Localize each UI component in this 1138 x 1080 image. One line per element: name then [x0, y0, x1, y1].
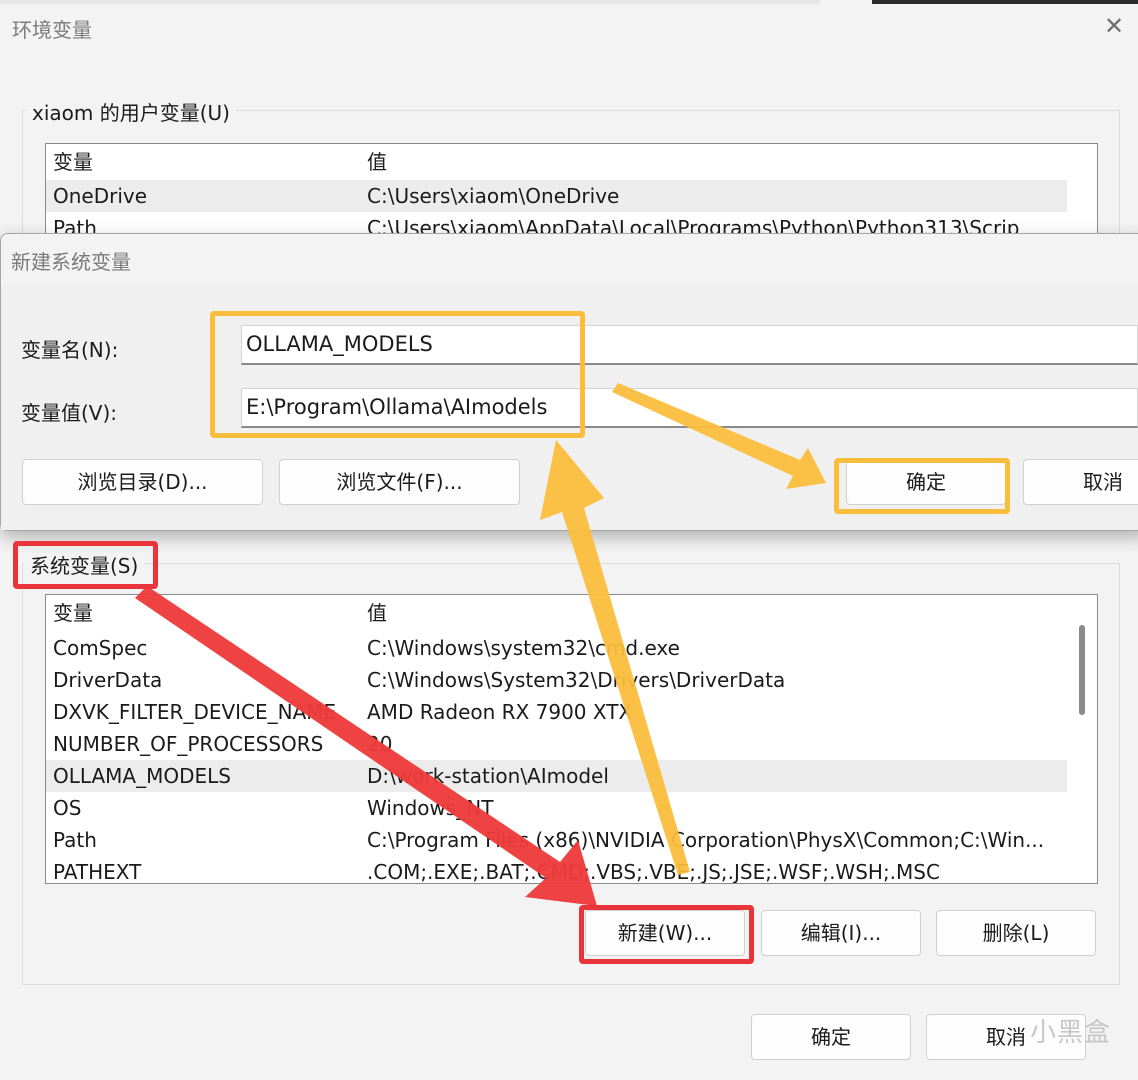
highlight-box-yellow	[210, 311, 585, 438]
variable-name: OLLAMA_MODELS	[53, 764, 231, 788]
table-row-selected[interactable]: OLLAMA_MODELS D:\work-station\AImodel	[46, 760, 1067, 792]
variable-value: C:\Windows\system32\cmd.exe	[367, 636, 680, 660]
user-variables-list[interactable]: 变量 值 OneDrive C:\Users\xiaom\OneDrive Pa…	[45, 143, 1098, 243]
variable-name: ComSpec	[53, 636, 148, 660]
variable-value: C:\Users\xiaom\OneDrive	[367, 184, 620, 208]
variable-name: NUMBER_OF_PROCESSORS	[53, 732, 324, 756]
delete-variable-button[interactable]: 删除(L)	[936, 910, 1096, 956]
variable-name: DXVK_FILTER_DEVICE_NAME	[53, 700, 337, 724]
user-variables-label: xiaom 的用户变量(U)	[26, 97, 236, 126]
variable-value: AMD Radeon RX 7900 XTX	[367, 700, 633, 724]
variable-value: C:\Windows\System32\Drivers\DriverData	[367, 668, 786, 692]
list-header: 变量 值	[46, 146, 1067, 178]
table-row[interactable]: Path C:\Program Files (x86)\NVIDIA Corpo…	[46, 824, 1067, 856]
variable-value: Windows_NT	[367, 796, 494, 820]
variable-value: D:\work-station\AImodel	[367, 764, 609, 788]
table-row[interactable]: DXVK_FILTER_DEVICE_NAME AMD Radeon RX 79…	[46, 696, 1067, 728]
list-header: 变量 值	[46, 597, 1067, 629]
edit-variable-button[interactable]: 编辑(I)...	[761, 910, 921, 956]
variable-value: 20	[367, 732, 393, 756]
window-top-edge	[0, 0, 820, 4]
table-row[interactable]: NUMBER_OF_PROCESSORS 20	[46, 728, 1067, 760]
ok-button[interactable]: 确定	[751, 1014, 911, 1060]
browse-directory-button[interactable]: 浏览目录(D)...	[22, 459, 263, 505]
variable-value: .COM;.EXE;.BAT;.CMD;.VBS;.VBE;.JS;.JSE;.…	[367, 860, 940, 884]
variable-name: Path	[53, 828, 97, 852]
new-dialog-title: 新建系统变量	[11, 250, 131, 274]
highlight-box-yellow-ok	[834, 458, 1010, 514]
table-row[interactable]: OS Windows_NT	[46, 792, 1067, 824]
new-dialog-cancel-button[interactable]: 取消	[1023, 459, 1138, 505]
browse-file-button[interactable]: 浏览文件(F)...	[279, 459, 520, 505]
variable-value-label: 变量值(V):	[21, 401, 118, 425]
close-icon[interactable]: ✕	[1100, 12, 1128, 40]
variable-name: OneDrive	[53, 184, 148, 208]
scrollbar-thumb[interactable]	[1079, 625, 1085, 715]
list-item[interactable]: OneDrive C:\Users\xiaom\OneDrive	[46, 180, 1067, 212]
system-variables-list[interactable]: 变量 值 ComSpec C:\Windows\system32\cmd.exe…	[45, 594, 1098, 884]
table-row[interactable]: DriverData C:\Windows\System32\Drivers\D…	[46, 664, 1067, 696]
variable-value: C:\Program Files (x86)\NVIDIA Corporatio…	[367, 828, 1045, 852]
column-header-value[interactable]: 值	[367, 146, 1061, 178]
outer-dialog-title: 环境变量	[12, 18, 92, 42]
table-row[interactable]: ComSpec C:\Windows\system32\cmd.exe	[46, 632, 1067, 664]
variable-name: PATHEXT	[53, 860, 142, 884]
background-window-strip	[872, 0, 1138, 4]
table-row[interactable]: PATHEXT .COM;.EXE;.BAT;.CMD;.VBS;.VBE;.J…	[46, 856, 1067, 884]
watermark-logo: 小黑盒	[1030, 1018, 1112, 1048]
highlight-box-red-new	[579, 905, 754, 964]
variable-name: DriverData	[53, 668, 163, 692]
column-header-value[interactable]: 值	[367, 597, 1061, 629]
column-header-variable[interactable]: 变量	[53, 597, 353, 629]
variable-name-label: 变量名(N):	[21, 338, 119, 362]
variable-name: OS	[53, 796, 82, 820]
highlight-box-red-label	[13, 541, 158, 589]
column-header-variable[interactable]: 变量	[53, 146, 353, 178]
